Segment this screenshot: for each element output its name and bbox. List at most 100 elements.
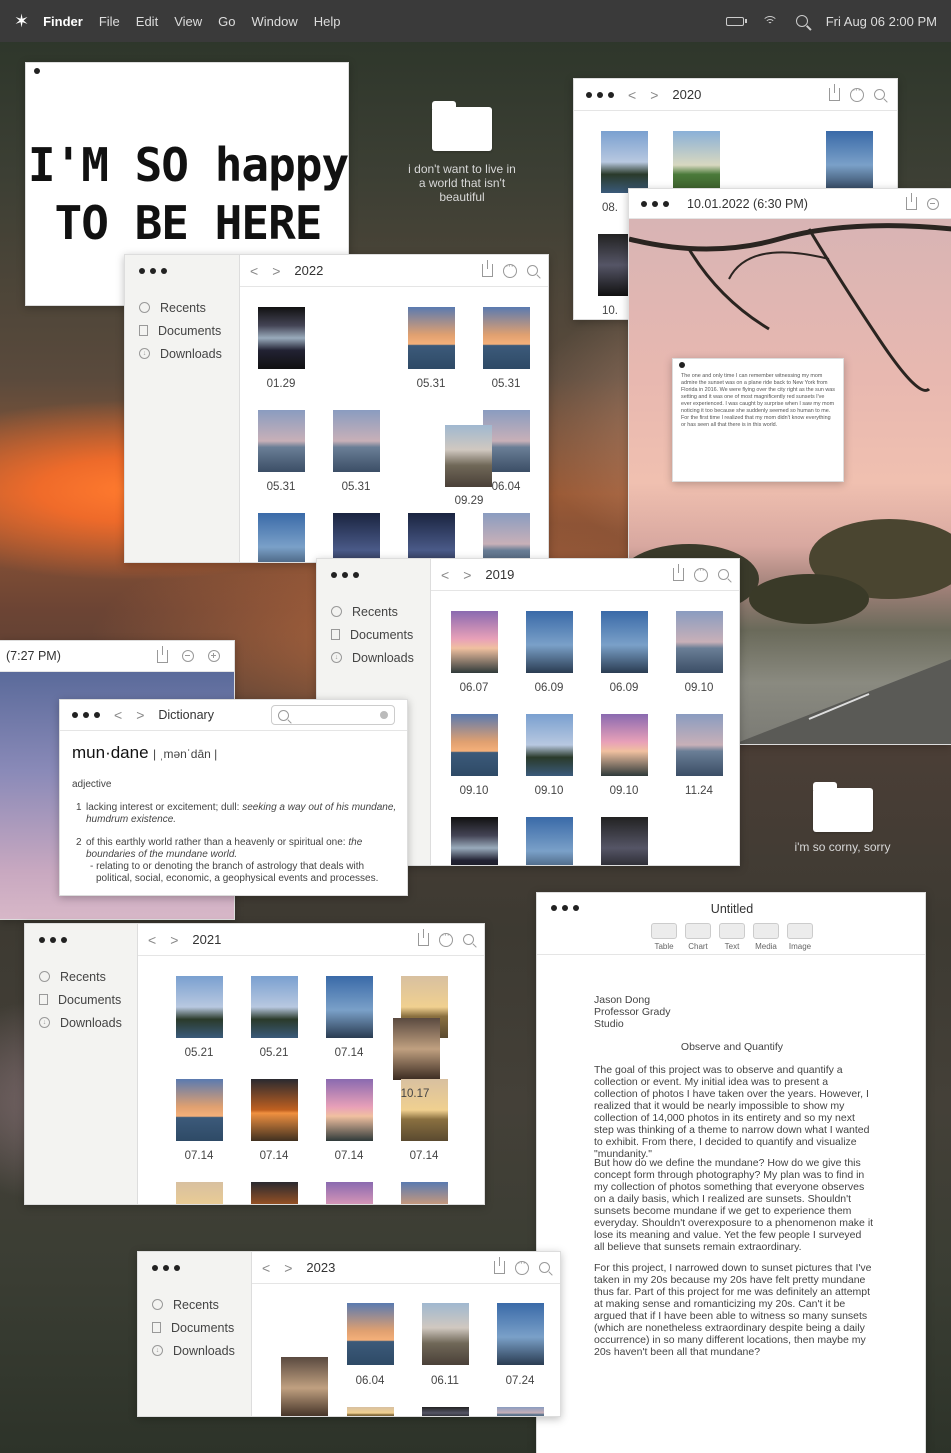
photo-thumbnail[interactable] — [408, 307, 455, 369]
photo-thumbnail[interactable] — [601, 817, 648, 865]
more-icon[interactable] — [850, 84, 864, 102]
clear-icon[interactable] — [380, 711, 388, 719]
share-icon[interactable] — [906, 193, 917, 210]
more-icon[interactable] — [515, 1257, 529, 1275]
desktop-folder-icon-2[interactable] — [813, 782, 873, 832]
menu-clock[interactable]: Fri Aug 06 2:00 PM — [826, 14, 937, 29]
photo-thumbnail[interactable] — [333, 410, 380, 472]
share-icon[interactable] — [829, 84, 840, 101]
sidebar-item-documents[interactable]: Documents — [331, 623, 416, 646]
photo-thumbnail[interactable] — [326, 976, 373, 1038]
desktop-folder-label-2[interactable]: i'm so corny, sorry — [780, 840, 905, 854]
chart-tool-button[interactable]: Chart — [683, 923, 713, 951]
photo-thumbnail[interactable] — [258, 410, 305, 472]
image-tool-button[interactable]: Image — [785, 923, 815, 951]
photo-thumbnail[interactable] — [483, 513, 530, 562]
search-icon[interactable] — [527, 265, 538, 276]
photo-thumbnail[interactable] — [408, 513, 455, 562]
more-icon[interactable] — [439, 929, 453, 947]
photo-thumbnail[interactable] — [526, 714, 573, 776]
wifi-icon[interactable] — [761, 14, 778, 28]
photo-thumbnail[interactable] — [422, 1303, 469, 1365]
more-icon[interactable] — [694, 564, 708, 582]
window-controls[interactable] — [34, 68, 40, 74]
photo-thumbnail[interactable] — [258, 513, 305, 562]
photo-thumbnail[interactable] — [251, 976, 298, 1038]
menu-help[interactable]: Help — [314, 14, 341, 29]
window-controls[interactable] — [139, 268, 225, 274]
window-controls[interactable] — [679, 362, 685, 368]
search-icon[interactable] — [463, 934, 474, 945]
back-button[interactable]: < — [250, 263, 258, 279]
dictionary-window[interactable]: < > Dictionary mun·dane | ˌmənˈdān | adj… — [59, 699, 408, 896]
sidebar-item-recents[interactable]: Recents — [139, 296, 225, 319]
sidebar-item-downloads[interactable]: ↓ Downloads — [39, 1011, 123, 1034]
menu-go[interactable]: Go — [218, 14, 235, 29]
photo-thumbnail[interactable] — [347, 1303, 394, 1365]
photo-thumbnail[interactable] — [601, 131, 648, 193]
sidebar-item-documents[interactable]: Documents — [152, 1316, 237, 1339]
document-window[interactable]: Untitled Table Chart Text Media Image Ja… — [536, 892, 926, 1453]
menu-edit[interactable]: Edit — [136, 14, 158, 29]
photo-thumbnail[interactable] — [451, 817, 498, 865]
photo-thumbnail[interactable] — [393, 1018, 440, 1080]
photo-thumbnail[interactable] — [451, 714, 498, 776]
photo-thumbnail[interactable] — [176, 1079, 223, 1141]
back-button[interactable]: < — [114, 707, 122, 723]
doc-paragraph-1[interactable]: The goal of this project was to observe … — [594, 1064, 874, 1160]
sidebar-item-documents[interactable]: Documents — [139, 319, 225, 342]
sidebar-item-documents[interactable]: Documents — [39, 988, 123, 1011]
share-icon[interactable] — [482, 260, 493, 277]
zoom-out-icon[interactable] — [927, 197, 939, 210]
sidebar-item-recents[interactable]: Recents — [152, 1293, 237, 1316]
photo-thumbnail[interactable] — [326, 1182, 373, 1204]
back-button[interactable]: < — [441, 567, 449, 583]
photo-thumbnail[interactable] — [251, 1182, 298, 1204]
menu-file[interactable]: File — [99, 14, 120, 29]
photo-thumbnail[interactable] — [445, 425, 492, 487]
sidebar-item-downloads[interactable]: ↓ Downloads — [139, 342, 225, 365]
window-controls[interactable] — [641, 200, 669, 207]
photo-thumbnail[interactable] — [673, 131, 720, 193]
share-icon[interactable] — [157, 645, 168, 663]
zoom-in-icon[interactable] — [208, 650, 220, 662]
zoom-out-icon[interactable] — [182, 650, 194, 662]
forward-button[interactable]: > — [284, 1260, 292, 1276]
finder-window-2022[interactable]: Recents Documents ↓Downloads < > 2022 01… — [124, 254, 549, 563]
photo-thumbnail[interactable] — [333, 513, 380, 562]
photo-thumbnail[interactable] — [347, 1407, 394, 1416]
battery-icon[interactable] — [725, 16, 747, 26]
photo-thumbnail[interactable] — [422, 1407, 469, 1416]
system-logo-icon[interactable]: ✶ — [14, 11, 29, 32]
sidebar-item-downloads[interactable]: ↓ Downloads — [152, 1339, 237, 1362]
window-controls[interactable] — [331, 572, 416, 578]
sidebar-item-downloads[interactable]: ↓ Downloads — [331, 646, 416, 669]
forward-button[interactable]: > — [650, 87, 658, 103]
sidebar-item-recents[interactable]: Recents — [39, 965, 123, 988]
forward-button[interactable]: > — [136, 707, 144, 723]
doc-paragraph-3[interactable]: For this project, I narrowed down to sun… — [594, 1262, 874, 1358]
forward-button[interactable]: > — [463, 567, 471, 583]
window-controls[interactable] — [152, 1265, 237, 1271]
share-icon[interactable] — [418, 929, 429, 946]
share-icon[interactable] — [673, 564, 684, 581]
photo-thumbnail[interactable] — [483, 307, 530, 369]
more-icon[interactable] — [503, 260, 517, 278]
back-button[interactable]: < — [148, 932, 156, 948]
text-tool-button[interactable]: Text — [717, 923, 747, 951]
photo-thumbnail[interactable] — [676, 714, 723, 776]
photo-thumbnail[interactable] — [401, 1182, 448, 1204]
back-button[interactable]: < — [628, 87, 636, 103]
window-controls[interactable] — [72, 712, 100, 718]
desktop-folder-label[interactable]: i don't want to live in a world that isn… — [407, 162, 517, 204]
media-tool-button[interactable]: Media — [751, 923, 781, 951]
window-controls[interactable] — [586, 91, 614, 98]
menu-app-finder[interactable]: Finder — [43, 14, 83, 29]
photo-thumbnail[interactable] — [451, 611, 498, 673]
photo-thumbnail[interactable] — [497, 1303, 544, 1365]
menu-view[interactable]: View — [174, 14, 202, 29]
photo-thumbnail[interactable] — [251, 1079, 298, 1141]
desktop-folder-icon[interactable] — [432, 101, 492, 151]
menu-window[interactable]: Window — [251, 14, 297, 29]
photo-thumbnail[interactable] — [176, 1182, 223, 1204]
